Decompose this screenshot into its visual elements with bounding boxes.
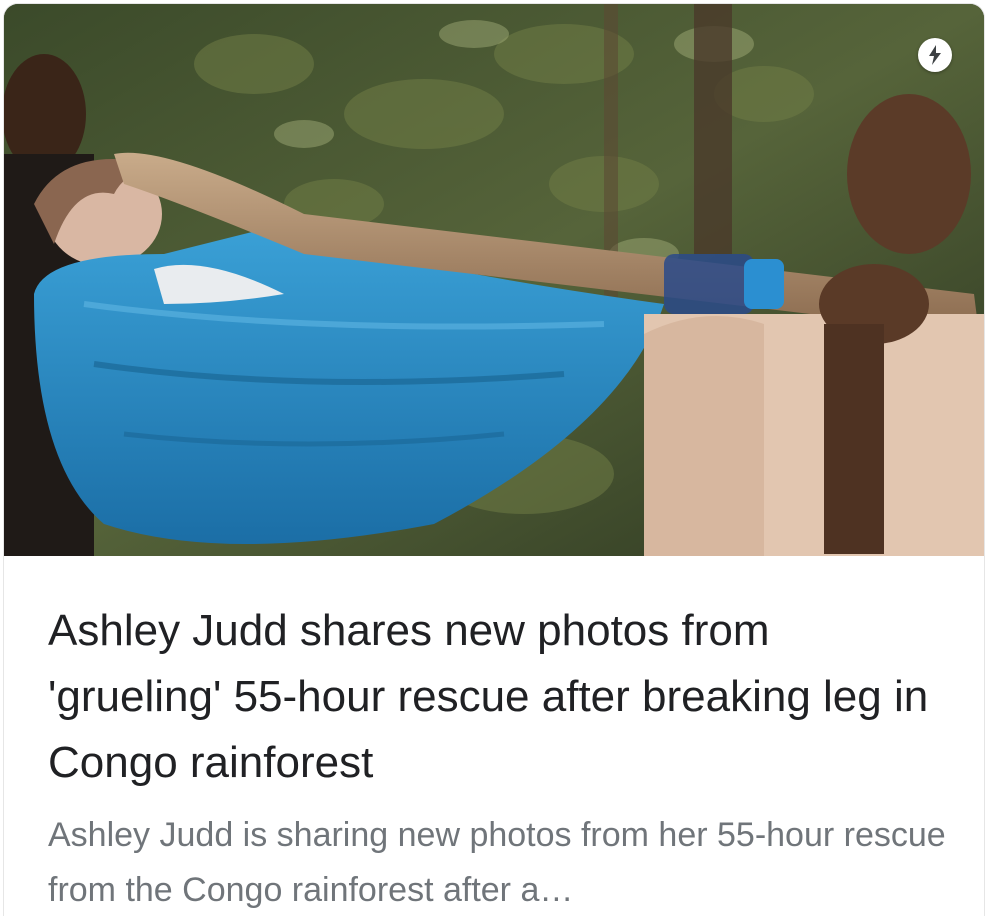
article-photo[interactable] [4,4,984,556]
article-snippet: Ashley Judd is sharing new photos from h… [48,816,946,909]
article-headline[interactable]: Ashley Judd shares new photos from 'grue… [48,598,948,796]
rainforest-rescue-illustration [4,4,984,556]
news-card[interactable]: Ashley Judd shares new photos from 'grue… [4,4,984,916]
amp-badge [918,38,952,72]
lightning-bolt-icon [929,45,941,65]
